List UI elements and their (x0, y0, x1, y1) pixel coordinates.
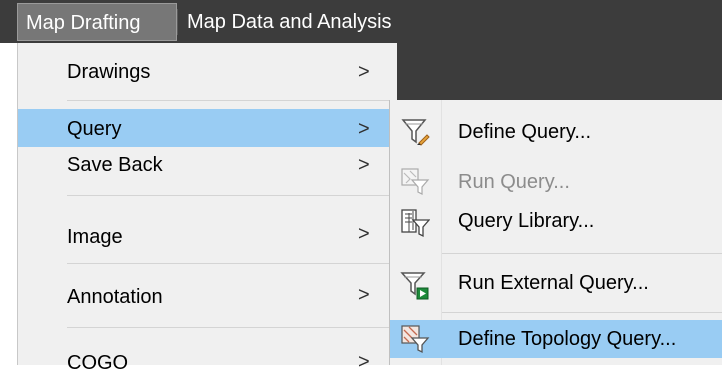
define-query-icon (400, 116, 430, 151)
submenu-arrow-icon: > (358, 351, 370, 373)
submenu-arrow-icon: > (358, 223, 370, 245)
menu-bar: Map Drafting Map Data and Analysis (0, 0, 722, 43)
menu-item-image[interactable]: Image > (18, 205, 396, 251)
menu-item-cogo[interactable]: COGO > (18, 333, 396, 374)
submenu-item-query-library[interactable]: Query Library... (390, 202, 722, 246)
menu-divider (67, 100, 396, 101)
menu-map-drafting[interactable]: Map Drafting (17, 3, 177, 41)
menu-item-label: Save Back (67, 154, 163, 176)
submenu-item-label: Define Topology Query... (458, 328, 677, 350)
submenu-item-label: Define Query... (458, 121, 592, 143)
submenu-arrow-icon: > (358, 154, 370, 176)
menu-item-annotation[interactable]: Annotation > (18, 269, 396, 315)
menu-item-label: Image (67, 226, 123, 248)
query-library-icon (400, 208, 431, 243)
submenu-item-label: Run External Query... (458, 272, 649, 294)
menu-item-label: Drawings (67, 61, 151, 83)
run-external-query-icon (400, 270, 430, 305)
menu-divider (442, 312, 722, 313)
menu-separator (177, 9, 178, 35)
submenu-item-label: Run Query... (458, 171, 570, 193)
submenu-arrow-icon: > (358, 118, 370, 140)
menu-item-drawings[interactable]: Drawings > (18, 43, 396, 100)
menu-item-label: Annotation (67, 286, 163, 308)
menu-item-save-back[interactable]: Save Back > (18, 147, 396, 185)
background-area (394, 43, 722, 100)
menu-item-label: Query (67, 118, 122, 140)
map-drafting-dropdown: Drawings > Query > Save Back > Image > A… (17, 43, 397, 374)
query-submenu: Define Query... Run Query... Query Libra… (389, 100, 722, 365)
menu-divider (67, 327, 396, 328)
menu-divider (442, 253, 722, 254)
menu-map-data-and-analysis[interactable]: Map Data and Analysis (187, 3, 392, 41)
define-topology-query-icon (400, 324, 430, 359)
run-query-icon (400, 166, 430, 201)
submenu-item-label: Query Library... (458, 210, 595, 232)
menu-divider (67, 263, 396, 264)
menu-divider (67, 195, 396, 196)
submenu-arrow-icon: > (358, 61, 370, 83)
menu-item-query[interactable]: Query > (18, 109, 396, 147)
submenu-arrow-icon: > (358, 284, 370, 306)
submenu-item-run-query[interactable]: Run Query... (390, 160, 722, 202)
menu-item-label: COGO (67, 352, 129, 374)
submenu-item-define-query[interactable]: Define Query... (390, 108, 722, 152)
submenu-item-run-external-query[interactable]: Run External Query... (390, 260, 722, 308)
submenu-item-define-topology-query[interactable]: Define Topology Query... (390, 320, 722, 358)
